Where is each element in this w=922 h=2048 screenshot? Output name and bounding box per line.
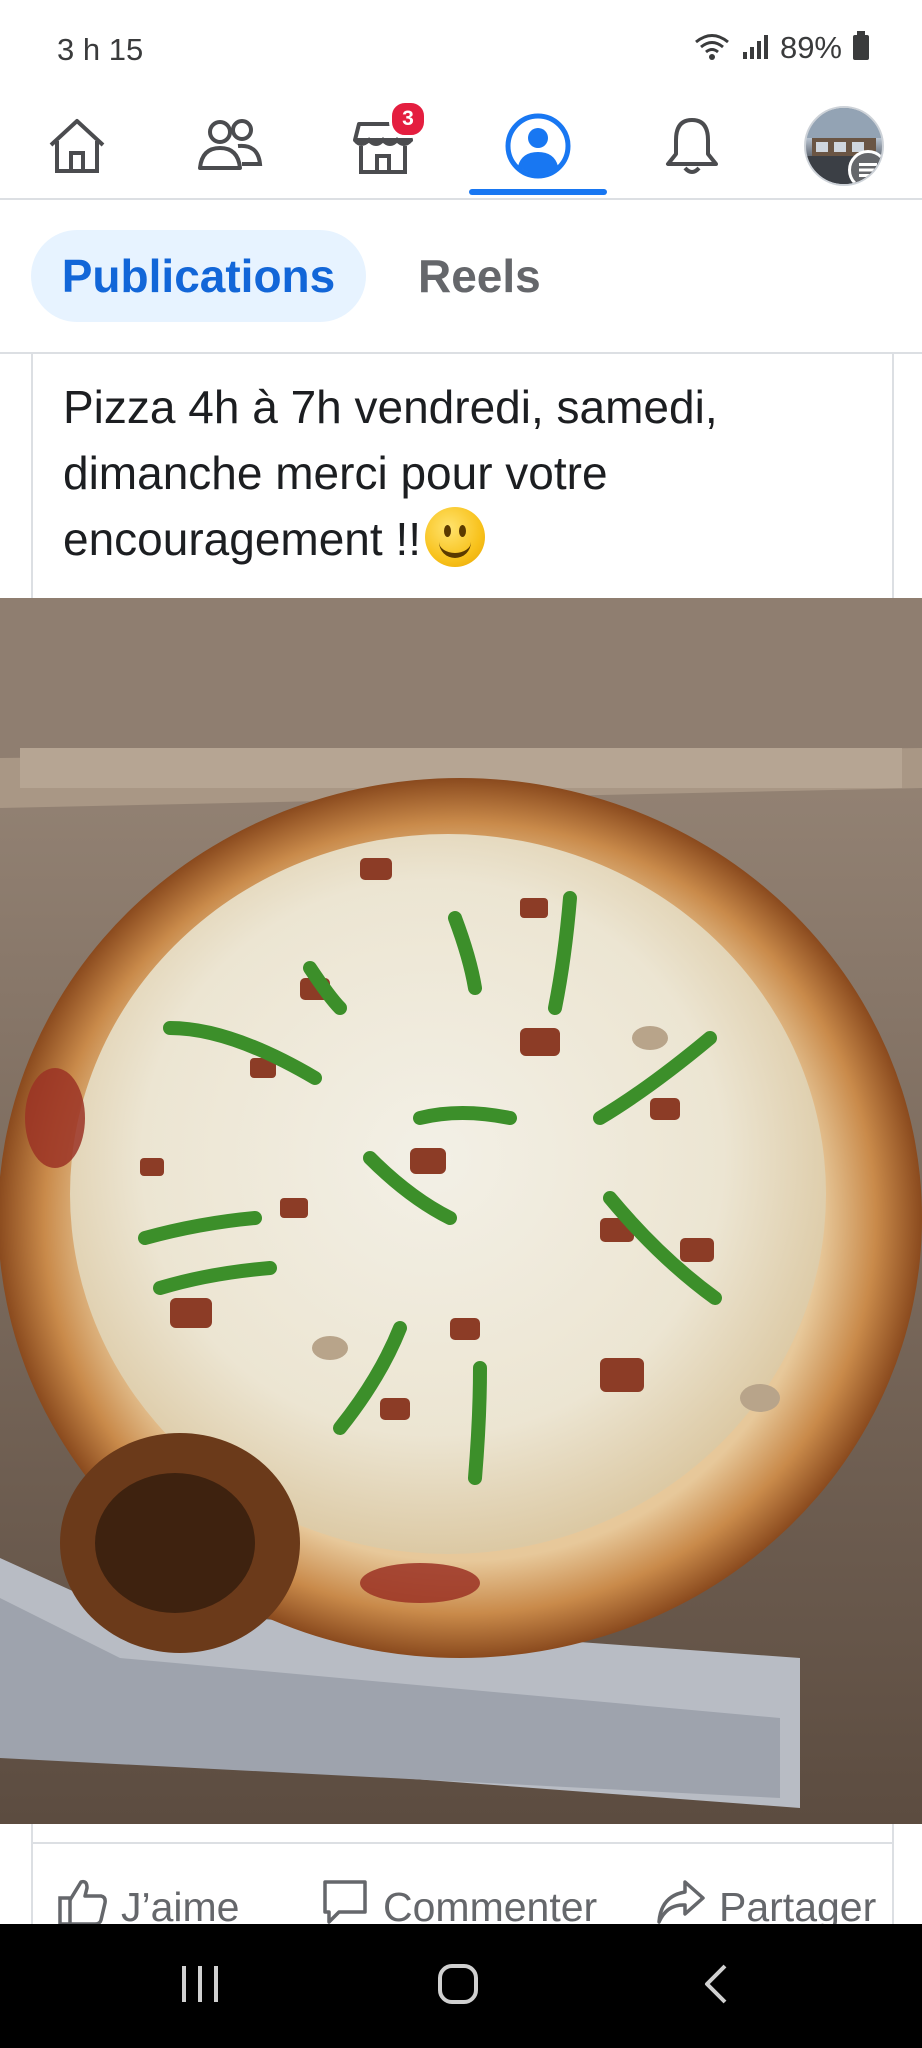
tab-reels[interactable]: Reels	[418, 230, 541, 322]
status-indicators: 89%	[692, 30, 870, 66]
nav-friends[interactable]	[160, 96, 300, 196]
bell-icon	[662, 114, 722, 178]
home-system-button[interactable]	[388, 1924, 528, 2048]
menu-icon	[848, 150, 882, 184]
post-card: Pizza 4h à 7h vendredi, samedi, dimanche…	[31, 354, 894, 598]
nav-home[interactable]	[7, 96, 147, 196]
back-button[interactable]	[646, 1924, 786, 2048]
battery-icon	[852, 30, 870, 66]
recent-apps-button[interactable]	[130, 1924, 270, 2048]
nav-marketplace[interactable]: 3	[313, 96, 453, 196]
smiling-face-emoji-icon	[425, 507, 486, 567]
post-text-container: Pizza 4h à 7h vendredi, samedi, dimanche…	[63, 374, 863, 572]
profile-tabs: Publications Reels	[0, 200, 922, 354]
top-navigation: 3	[0, 96, 922, 200]
tab-publications[interactable]: Publications	[31, 230, 366, 322]
post-text: Pizza 4h à 7h vendredi, samedi, dimanche…	[63, 381, 718, 565]
status-bar: 3 h 15 89%	[0, 0, 922, 96]
divider	[33, 1842, 892, 1844]
marketplace-badge: 3	[389, 100, 427, 138]
profile-icon	[504, 112, 572, 180]
active-tab-indicator	[469, 189, 607, 195]
home-circle-icon	[436, 1962, 480, 2011]
signal-icon	[742, 32, 770, 65]
post-photo[interactable]	[0, 598, 922, 1824]
home-icon	[45, 115, 109, 177]
recent-apps-icon	[178, 1964, 222, 2009]
wifi-icon	[692, 31, 732, 66]
nav-profile[interactable]	[468, 96, 608, 196]
friends-icon	[194, 116, 266, 176]
back-chevron-icon	[701, 1962, 731, 2011]
nav-notifications[interactable]	[622, 96, 762, 196]
status-time: 3 h 15	[57, 32, 144, 67]
nav-menu[interactable]	[774, 96, 914, 196]
battery-percent: 89%	[779, 30, 842, 65]
system-navigation-bar	[0, 1924, 922, 2048]
post-actions: J’aime Commenter Partager	[31, 1824, 894, 1930]
pizza-photo-illustration	[0, 598, 922, 1824]
avatar	[804, 106, 884, 186]
